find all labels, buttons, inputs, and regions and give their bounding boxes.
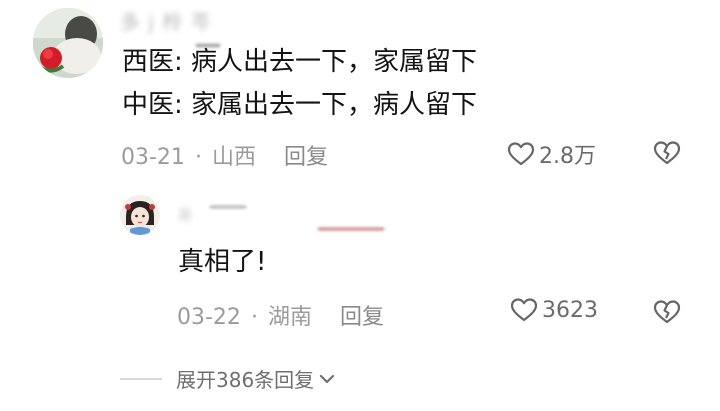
broken-heart-icon — [653, 299, 681, 325]
username[interactable]: 多 j 柃 芩 — [120, 6, 212, 35]
reply-button[interactable]: 回复 — [340, 305, 384, 330]
username[interactable]: 吴 — [178, 205, 192, 225]
comment-text-line-1: 西医: 病人出去一下，家属留下 — [122, 47, 478, 77]
like-button[interactable]: 2.8万 — [507, 138, 596, 170]
avatar[interactable] — [33, 8, 103, 78]
dislike-button[interactable] — [653, 140, 681, 166]
reply-location: 湖南 — [267, 305, 312, 330]
heart-outline-icon — [507, 141, 535, 167]
like-count: 3623 — [542, 297, 598, 323]
broken-heart-icon — [653, 140, 681, 166]
reply-date: 03-22 — [177, 305, 241, 330]
like-count: 2.8万 — [539, 144, 596, 169]
comment-location: 山西 — [211, 145, 256, 170]
heart-outline-icon — [510, 297, 538, 323]
comment-text-line-2: 中医: 家属出去一下，病人留下 — [122, 90, 478, 120]
expand-replies-button[interactable]: 展开386条回复 — [120, 364, 336, 393]
reply-meta: 03-22 · 湖南 回复 — [177, 299, 384, 331]
separator-dot: · — [250, 305, 258, 330]
redaction-mark — [318, 228, 384, 230]
divider-line — [120, 377, 162, 380]
redaction-mark — [210, 206, 246, 208]
reply-button[interactable]: 回复 — [284, 145, 328, 170]
chevron-down-icon — [318, 367, 336, 391]
avatar[interactable] — [120, 195, 160, 235]
separator-dot: · — [194, 145, 202, 170]
reply-text: 真相了! — [178, 247, 267, 277]
expand-replies-label: 展开386条回复 — [176, 368, 315, 392]
comment-meta: 03-21 · 山西 回复 — [121, 139, 328, 171]
comment-date: 03-21 — [121, 145, 185, 170]
dislike-button[interactable] — [653, 299, 681, 325]
like-button[interactable]: 3623 — [510, 297, 598, 323]
